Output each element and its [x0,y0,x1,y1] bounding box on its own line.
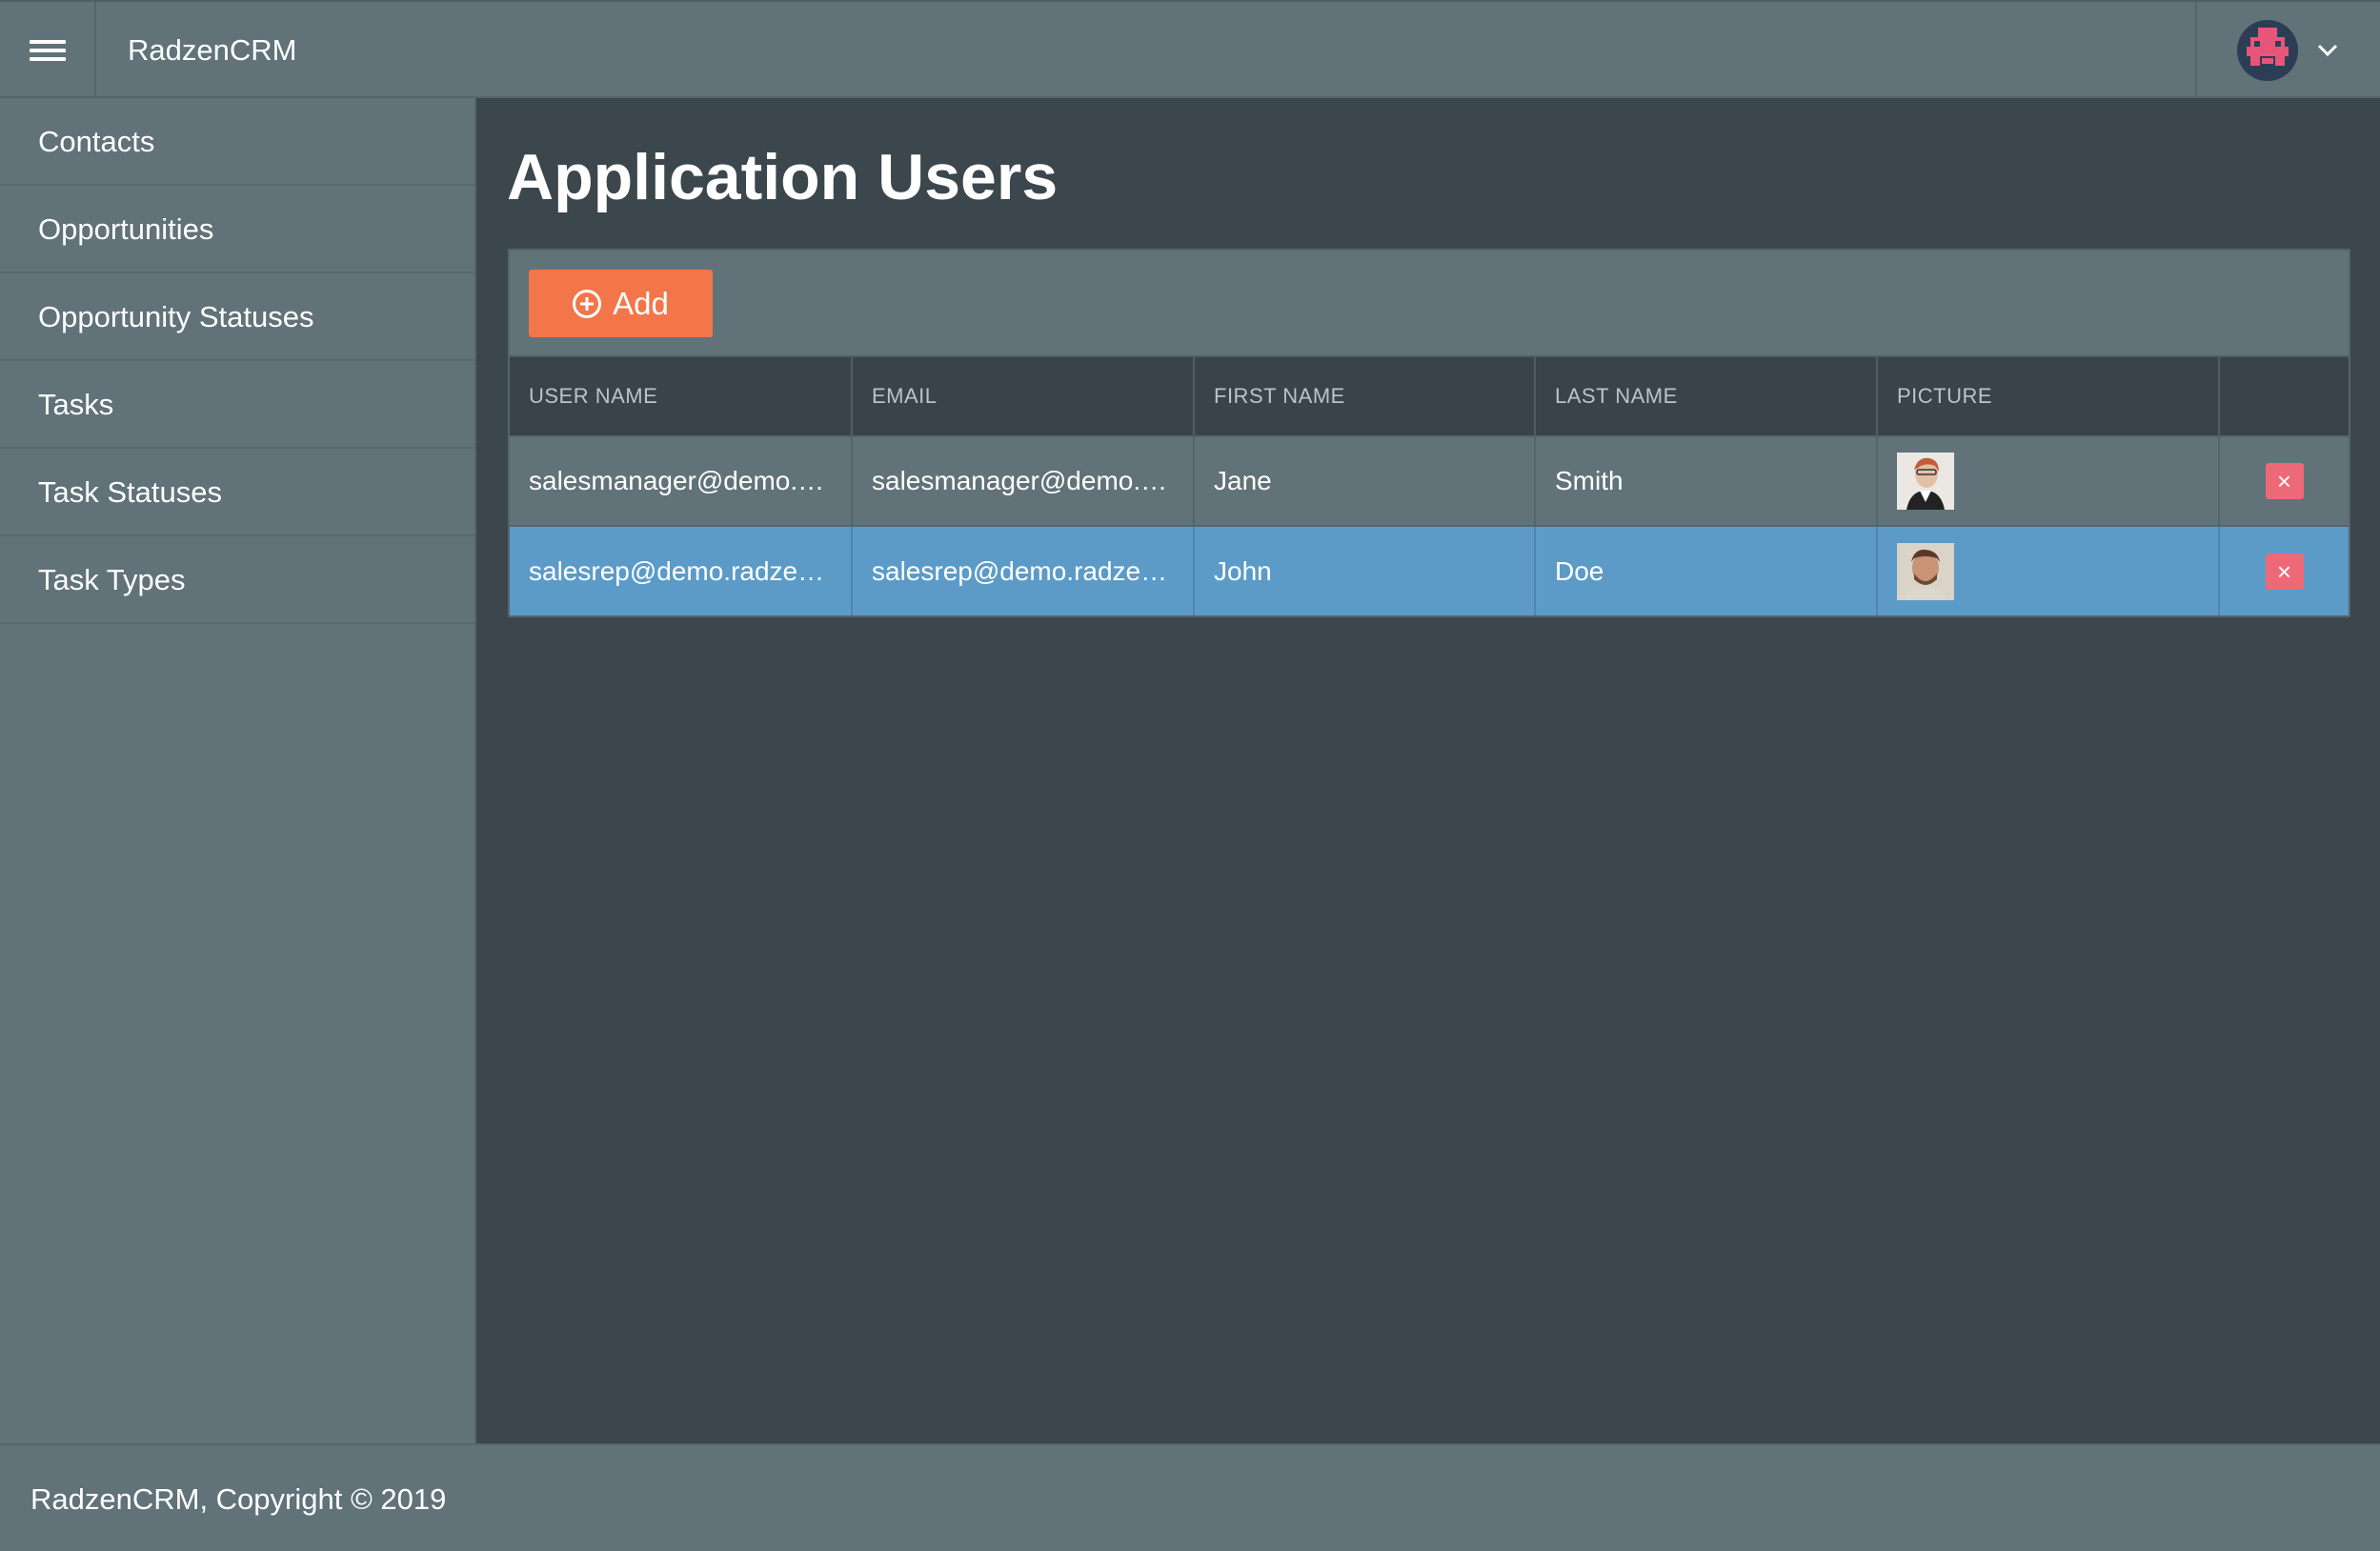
column-header-first-name[interactable]: FIRST NAME [1194,357,1536,436]
cell-last-name: Doe [1535,525,1878,615]
sidebar-item-opportunities[interactable]: Opportunities [0,186,474,273]
cell-last-name: Smith [1535,435,1878,526]
column-header-actions [2219,357,2349,436]
users-table: USER NAME EMAIL FIRST NAME LAST NAME PIC… [510,357,2349,615]
add-circle-icon [573,289,602,318]
main-content: Application Users Add USER NAME EMAIL FI… [478,98,2380,1443]
column-header-email[interactable]: EMAIL [852,357,1195,436]
sidebar-toggle-button[interactable] [0,2,96,98]
sidebar-item-tasks[interactable]: Tasks [0,361,474,449]
table-row[interactable]: salesmanager@demo.ra... salesmanager@dem… [510,435,2349,526]
column-header-user-name[interactable]: USER NAME [510,357,853,436]
hamburger-icon [29,35,66,66]
app-brand[interactable]: RadzenCRM [128,2,296,98]
users-grid: Add USER NAME EMAIL FIRST NAME LAST NAME… [508,249,2350,617]
top-header: RadzenCRM [0,0,2380,98]
column-header-picture[interactable]: PICTURE [1877,357,2220,436]
table-row[interactable]: salesrep@demo.radzen.... salesrep@demo.r… [510,525,2349,615]
cell-first-name: John [1194,525,1536,615]
cell-first-name: Jane [1194,435,1536,526]
cell-email: salesmanager@demo.ra... [852,435,1195,526]
user-picture [1897,542,1954,600]
close-icon: × [2276,467,2292,495]
cell-picture [1877,525,2220,615]
sidebar-item-opportunity-statuses[interactable]: Opportunity Statuses [0,273,474,361]
delete-row-button[interactable]: × [2265,553,2304,590]
chevron-down-icon [2317,44,2338,56]
cell-user-name: salesrep@demo.radzen.... [510,525,853,615]
user-picture [1897,453,1954,510]
cell-picture [1877,435,2220,526]
column-header-last-name[interactable]: LAST NAME [1535,357,1878,436]
grid-toolbar: Add [510,251,2349,357]
close-icon: × [2276,556,2292,586]
sidebar: Contacts Opportunities Opportunity Statu… [0,98,476,1443]
profile-menu[interactable] [2195,2,2380,98]
add-button-label: Add [613,285,669,321]
delete-row-button[interactable]: × [2265,463,2304,499]
page-title: Application Users [507,141,1059,213]
table-header-row: USER NAME EMAIL FIRST NAME LAST NAME PIC… [510,357,2349,436]
cell-actions: × [2219,525,2349,615]
avatar-icon [2237,19,2298,81]
cell-user-name: salesmanager@demo.ra... [510,435,853,526]
sidebar-item-contacts[interactable]: Contacts [0,98,474,186]
copyright-text: RadzenCRM, Copyright © 2019 [30,1482,447,1516]
cell-email: salesrep@demo.radzen.... [852,525,1195,615]
footer: RadzenCRM, Copyright © 2019 [0,1443,2380,1551]
sidebar-item-task-types[interactable]: Task Types [0,536,474,624]
add-button[interactable]: Add [529,270,713,337]
cell-actions: × [2219,435,2349,526]
sidebar-item-task-statuses[interactable]: Task Statuses [0,449,474,536]
